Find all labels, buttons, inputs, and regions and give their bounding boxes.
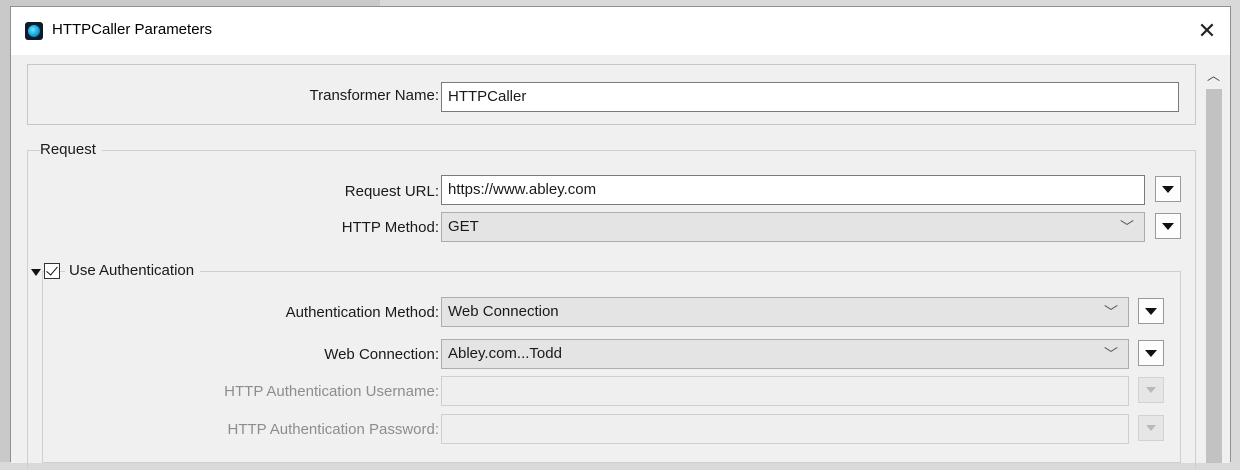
authentication-method-label: Authentication Method: [285,304,439,321]
http-auth-password-label: HTTP Authentication Password: [227,421,440,438]
request-url-label: Request URL: [344,183,439,200]
title-bar: HTTPCaller Parameters ✕ [11,7,1230,55]
http-auth-username-label: HTTP Authentication Username: [224,383,439,400]
http-auth-username-menu-button[interactable] [1138,377,1164,403]
vertical-scrollbar[interactable]: ︿ [1199,55,1230,463]
triangle-menu-icon [1146,387,1156,393]
triangle-menu-icon [1162,222,1174,230]
use-authentication-checkbox[interactable] [44,263,60,279]
chevron-down-icon: ﹀ [1104,346,1118,362]
parameters-content: Transformer Name: HTTPCaller Request Req… [11,55,1199,470]
transformer-name-field[interactable]: HTTPCaller [441,82,1179,112]
web-connection-value: Abley.com...Todd [448,345,562,362]
http-auth-username-field[interactable] [441,376,1129,406]
authentication-method-menu-button[interactable] [1138,298,1164,324]
chevron-down-icon: ﹀ [1104,304,1118,320]
web-connection-label: Web Connection: [324,346,439,363]
transformer-name-label: Transformer Name: [309,87,439,104]
http-auth-password-menu-button[interactable] [1138,415,1164,441]
scrollbar-thumb[interactable] [1206,89,1222,463]
http-method-menu-button[interactable] [1155,213,1181,239]
authentication-method-value: Web Connection [448,303,559,320]
triangle-menu-icon [1145,307,1157,315]
httpcaller-app-icon [25,22,43,40]
chevron-down-icon: ﹀ [1120,219,1134,235]
request-url-field[interactable]: https://www.abley.com [441,175,1145,205]
background-left [0,0,10,462]
web-connection-select[interactable]: Abley.com...Todd ﹀ [441,339,1129,369]
request-url-menu-button[interactable] [1155,176,1181,202]
http-method-label: HTTP Method: [341,219,439,236]
parameters-dialog: HTTPCaller Parameters ✕ Transformer Name… [10,6,1231,470]
triangle-menu-icon [1162,185,1174,193]
http-method-select[interactable]: GET ﹀ [441,212,1145,242]
request-group-title: Request [40,141,102,158]
http-auth-password-field[interactable] [441,414,1129,444]
dialog-title: HTTPCaller Parameters [52,21,213,38]
use-authentication-label: Use Authentication [65,262,201,279]
close-button[interactable]: ✕ [1184,7,1230,55]
triangle-menu-icon [1146,425,1156,431]
web-connection-menu-button[interactable] [1138,340,1164,366]
http-method-value: GET [448,218,479,235]
collapse-triangle-icon[interactable] [31,269,41,276]
chevron-up-icon[interactable]: ︿ [1207,65,1220,84]
authentication-method-select[interactable]: Web Connection ﹀ [441,297,1129,327]
close-icon: ✕ [1197,18,1217,43]
triangle-menu-icon [1145,349,1157,357]
